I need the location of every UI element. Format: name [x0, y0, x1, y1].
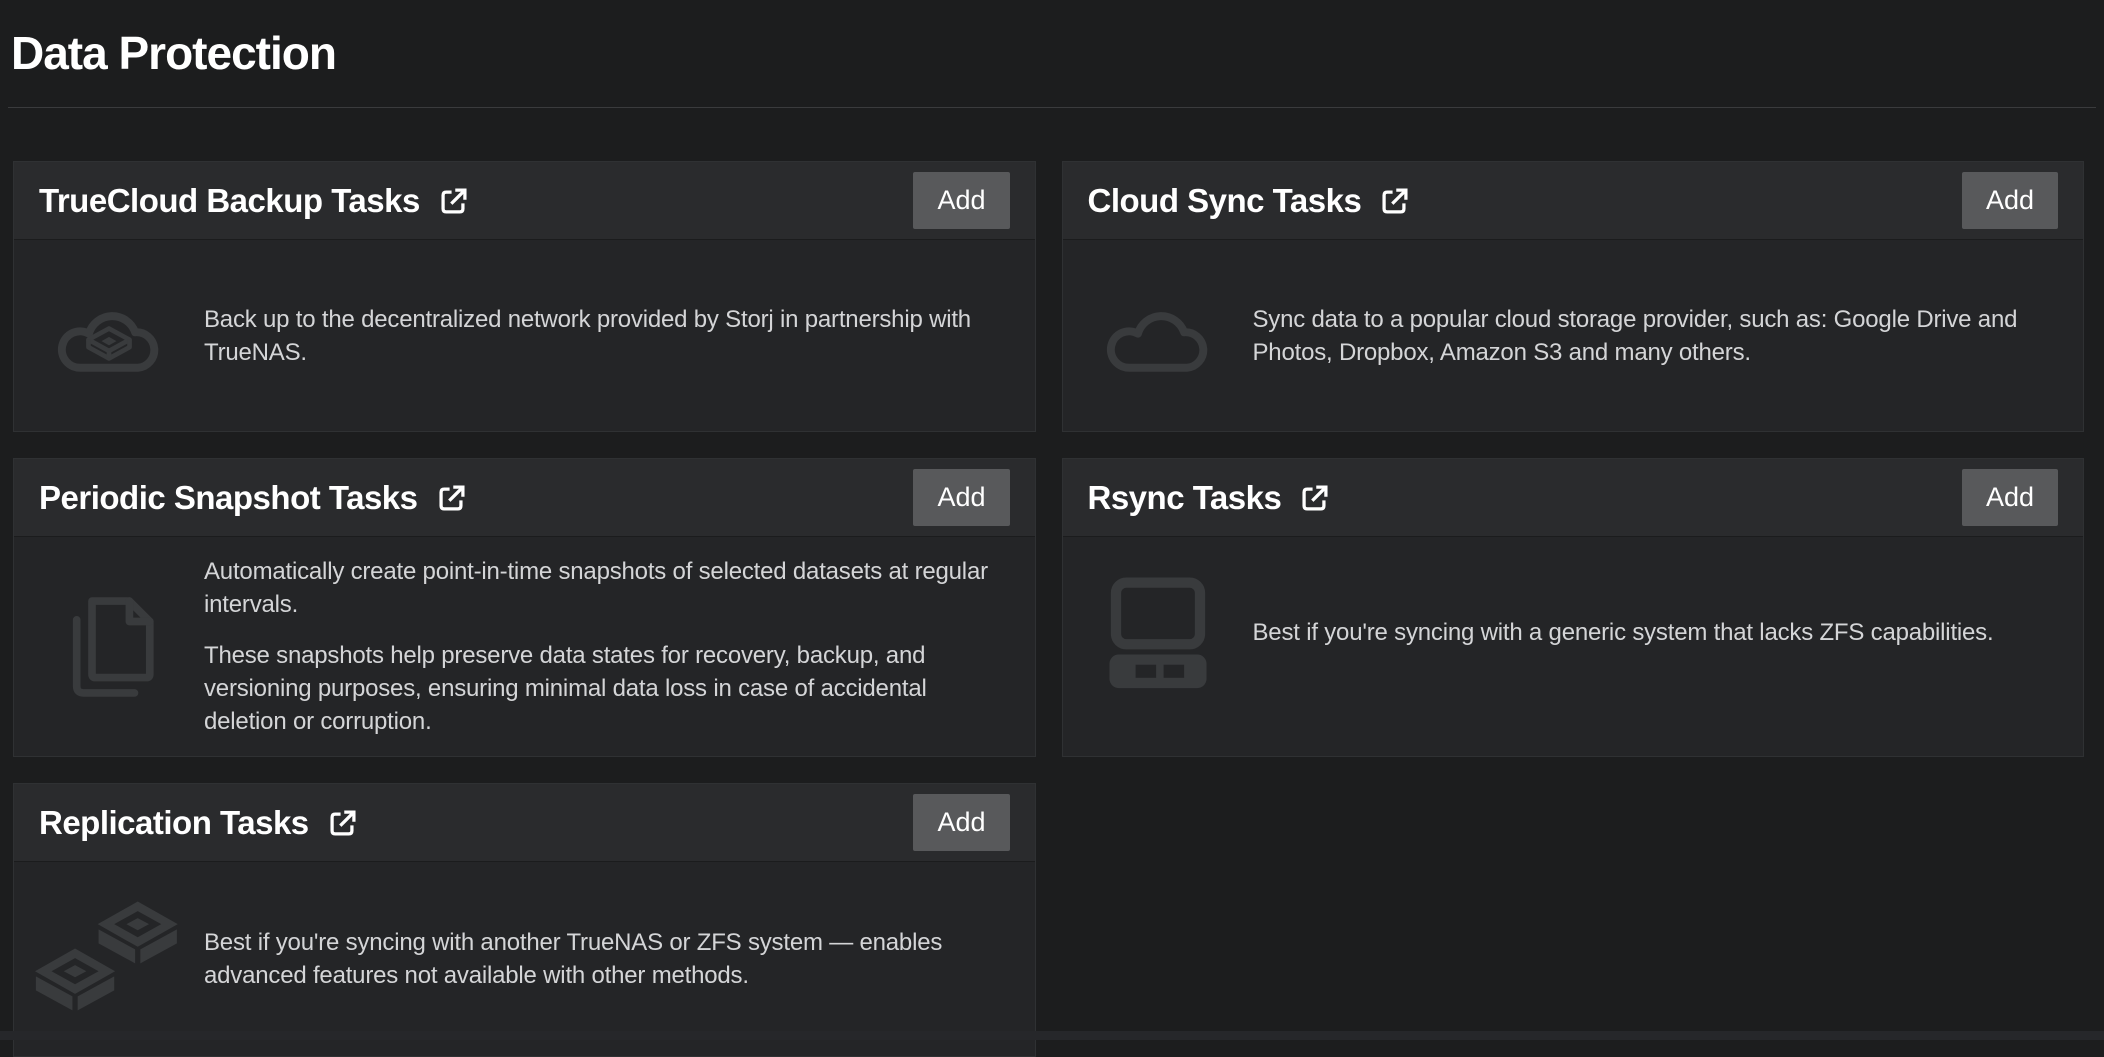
card-header: TrueCloud Backup Tasks Add — [14, 162, 1035, 240]
external-link-icon — [434, 482, 468, 516]
description-paragraph: Sync data to a popular cloud storage pro… — [1253, 303, 2052, 369]
card-title: Cloud Sync Tasks — [1088, 182, 1362, 220]
add-button[interactable]: Add — [913, 794, 1009, 851]
description-paragraph: Best if you're syncing with a generic sy… — [1253, 616, 1994, 649]
card-header: Periodic Snapshot Tasks Add — [14, 459, 1035, 537]
card-body: Sync data to a popular cloud storage pro… — [1063, 240, 2084, 431]
snapshot-documents-icon — [14, 584, 204, 710]
card-rsync-tasks: Rsync Tasks Add — [1062, 458, 2085, 757]
computer-icon — [1063, 576, 1253, 690]
external-link-icon — [1297, 482, 1331, 516]
description-paragraph: Automatically create point-in-time snaps… — [204, 555, 1003, 621]
replication-boxes-icon — [14, 901, 204, 1017]
card-description: Automatically create point-in-time snaps… — [204, 555, 1007, 738]
card-cloud-sync-tasks: Cloud Sync Tasks Add Sync data to a popu — [1062, 161, 2085, 432]
cloud-sync-tasks-link[interactable]: Cloud Sync Tasks — [1088, 182, 1412, 220]
card-header: Rsync Tasks Add — [1063, 459, 2084, 537]
card-truecloud-backup-tasks: TrueCloud Backup Tasks Add — [13, 161, 1036, 432]
rsync-tasks-link[interactable]: Rsync Tasks — [1088, 479, 1332, 517]
cards-grid: TrueCloud Backup Tasks Add — [13, 161, 2084, 1057]
external-link-icon — [325, 807, 359, 841]
card-header: Replication Tasks Add — [14, 784, 1035, 862]
replication-tasks-link[interactable]: Replication Tasks — [39, 804, 359, 842]
data-protection-page: { "page": { "title": "Data Protection" }… — [0, 0, 2104, 1040]
card-body: Back up to the decentralized network pro… — [14, 240, 1035, 431]
description-paragraph: Best if you're syncing with another True… — [204, 926, 1003, 992]
card-title: TrueCloud Backup Tasks — [39, 182, 420, 220]
footer-bar — [0, 1031, 2104, 1040]
add-button[interactable]: Add — [1962, 172, 2058, 229]
card-description: Best if you're syncing with another True… — [204, 926, 1007, 992]
description-paragraph: These snapshots help preserve data state… — [204, 639, 1003, 738]
card-description: Back up to the decentralized network pro… — [204, 303, 1007, 369]
card-body: Best if you're syncing with another True… — [14, 862, 1035, 1056]
page-title: Data Protection — [0, 0, 2104, 80]
description-paragraph: Back up to the decentralized network pro… — [204, 303, 1003, 369]
add-button[interactable]: Add — [913, 172, 1009, 229]
card-title: Rsync Tasks — [1088, 479, 1282, 517]
card-periodic-snapshot-tasks: Periodic Snapshot Tasks Add — [13, 458, 1036, 757]
cloud-icon — [1063, 289, 1253, 383]
title-divider — [8, 107, 2096, 108]
external-link-icon — [436, 185, 470, 219]
storj-cloud-icon — [14, 289, 204, 383]
card-replication-tasks: Replication Tasks Add — [13, 783, 1036, 1057]
add-button[interactable]: Add — [913, 469, 1009, 526]
add-button[interactable]: Add — [1962, 469, 2058, 526]
card-title: Replication Tasks — [39, 804, 309, 842]
card-description: Best if you're syncing with a generic sy… — [1253, 616, 1998, 649]
periodic-snapshot-tasks-link[interactable]: Periodic Snapshot Tasks — [39, 479, 468, 517]
card-description: Sync data to a popular cloud storage pro… — [1253, 303, 2056, 369]
external-link-icon — [1377, 185, 1411, 219]
card-body: Best if you're syncing with a generic sy… — [1063, 537, 2084, 728]
truecloud-backup-tasks-link[interactable]: TrueCloud Backup Tasks — [39, 182, 470, 220]
card-title: Periodic Snapshot Tasks — [39, 479, 418, 517]
card-body: Automatically create point-in-time snaps… — [14, 537, 1035, 756]
card-header: Cloud Sync Tasks Add — [1063, 162, 2084, 240]
